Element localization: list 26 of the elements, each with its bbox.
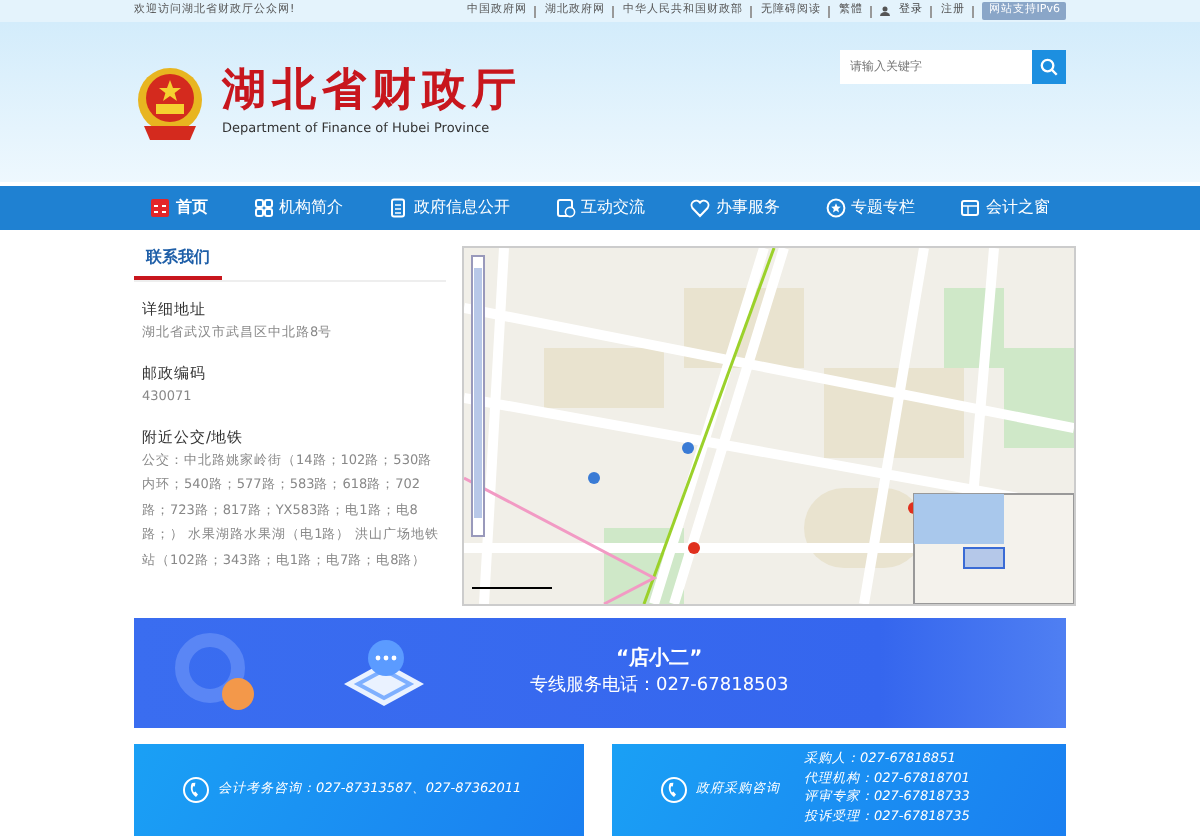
emblem-icon <box>134 66 206 142</box>
window-icon <box>960 198 980 218</box>
nav-tab[interactable]: 机构简介 <box>253 196 343 220</box>
phone-icon <box>182 776 210 804</box>
site-title: 湖北省财政厅 <box>222 68 522 113</box>
section-heading: 联系我们 <box>134 246 222 280</box>
chat-icon <box>555 198 575 218</box>
service-banner[interactable]: “店小二” 专线服务电话：027-67818503 <box>134 618 1066 728</box>
heart-icon <box>690 198 710 218</box>
banner-phone: 专线服务电话：027-67818503 <box>530 674 789 701</box>
nav-tab[interactable]: 首页 <box>150 196 208 220</box>
banner-title: “店小二” <box>614 644 705 675</box>
search-icon <box>1040 58 1058 76</box>
star-icon <box>825 198 845 218</box>
home-icon <box>150 198 170 218</box>
nav-tab[interactable]: 互动交流 <box>555 196 645 220</box>
grid-icon <box>253 198 273 218</box>
phone-icon <box>660 776 688 804</box>
document-icon <box>388 198 408 218</box>
user-icon <box>880 6 891 16</box>
nav-tab[interactable]: 专题专栏 <box>825 196 915 220</box>
search-button[interactable] <box>1032 50 1066 84</box>
nav-tab[interactable]: 会计之窗 <box>960 196 1050 220</box>
nav-tab[interactable]: 政府信息公开 <box>388 196 510 220</box>
circle-decoration-icon <box>174 631 258 715</box>
nav-tab[interactable]: 办事服务 <box>690 196 780 220</box>
